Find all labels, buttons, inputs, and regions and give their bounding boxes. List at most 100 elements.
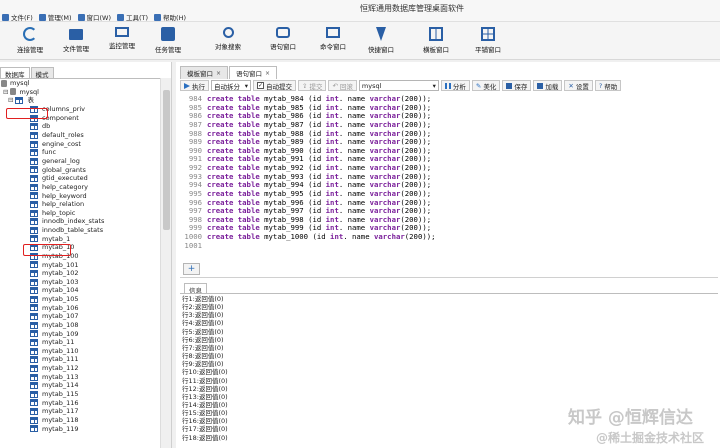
wrench-icon: ✕ — [568, 81, 574, 90]
table-item[interactable]: mytab_103 — [30, 278, 79, 287]
table-item[interactable]: mytab_116 — [30, 399, 79, 408]
table-item[interactable]: db — [30, 122, 50, 131]
table-item[interactable]: mytab_107 — [30, 312, 79, 321]
toolbar-button-7[interactable]: 快捷窗口 — [353, 25, 409, 54]
menu-bar: 文件(F) 管理(M) 窗口(W) 工具(T) 帮助(H) — [2, 12, 186, 22]
table-item[interactable]: help_category — [30, 183, 88, 192]
menu-item-1[interactable]: 管理(M) — [38, 12, 72, 22]
code-text: (id — [303, 171, 326, 181]
table-item[interactable]: mytab_109 — [30, 330, 79, 339]
table-item[interactable]: global_grants — [30, 166, 86, 175]
chat-icon — [276, 27, 290, 38]
highlight-mytab-1 — [23, 244, 71, 256]
table-item[interactable]: help_topic — [30, 209, 75, 218]
add-button[interactable]: + — [183, 263, 200, 275]
info-line: 行15:返回值(0) — [182, 409, 228, 418]
toolbar-button-4[interactable]: 对象搜索 — [200, 25, 256, 51]
table-item[interactable]: engine_cost — [30, 140, 81, 149]
table-item[interactable]: mytab_108 — [30, 321, 79, 330]
menu-item-2[interactable]: 窗口(W) — [77, 12, 111, 22]
info-line: 行4:返回值(0) — [182, 319, 224, 328]
table-item-label: mytab_108 — [42, 320, 79, 329]
toolbar-button-3[interactable]: 任务管理 — [140, 25, 196, 54]
table-item[interactable]: mytab_117 — [30, 407, 79, 416]
table-item[interactable]: mytab_114 — [30, 381, 79, 390]
table-item[interactable]: innodb_table_stats — [30, 226, 103, 235]
table-item-label: mytab_11 — [42, 338, 75, 347]
table-item[interactable]: mytab_104 — [30, 286, 79, 295]
table-item[interactable]: innodb_index_stats — [30, 217, 104, 226]
execute-button[interactable]: 执行 — [180, 80, 209, 91]
chart-icon — [444, 82, 451, 89]
load-button[interactable]: 加载 — [533, 80, 563, 91]
tree-tables-node[interactable]: ⊟ 表 — [8, 96, 34, 105]
save-button[interactable]: 保存 — [502, 80, 532, 91]
info-line: 行6:返回值(0) — [182, 335, 224, 344]
main-toolbar: 连接管理 文件管理 监控管理 任务管理 对象搜索 语句窗口 命令窗口 快捷窗口 横板窗口 平铺窗口 — [0, 22, 720, 60]
menu-item-0[interactable]: 文件(F) — [2, 12, 33, 22]
table-item[interactable]: mytab_112 — [30, 364, 79, 373]
table-icon — [30, 390, 38, 398]
table-icon — [30, 183, 38, 191]
keyword-table: table — [237, 171, 260, 181]
table-item[interactable]: mytab_110 — [30, 347, 79, 356]
code-text: (200)); — [400, 171, 432, 181]
table-item[interactable]: gtid_executed — [30, 174, 88, 183]
menu-label: 文件(F) — [11, 14, 33, 22]
toolbar-button-5[interactable]: 语句窗口 — [255, 25, 311, 51]
auto-commit-toggle[interactable]: ✓ 自动提交 — [253, 80, 296, 91]
splitter[interactable] — [180, 277, 718, 278]
rollback-button[interactable]: ↶ 回滚 — [328, 80, 357, 91]
collapse-icon[interactable]: ⊟ — [8, 96, 13, 105]
sql-editor[interactable]: 984 create table mytab_984 (id int. name … — [180, 94, 718, 264]
table-item[interactable]: mytab_119 — [30, 425, 79, 434]
menu-item-4[interactable]: 帮助(H) — [154, 12, 186, 22]
settings-button[interactable]: ✕ 设置 — [564, 80, 593, 91]
toolbar-button-9[interactable]: 平铺窗口 — [460, 25, 516, 54]
tab-0[interactable]: 模板窗口 × — [180, 66, 229, 79]
table-item[interactable]: default_roles — [30, 131, 84, 140]
table-item[interactable]: mytab_105 — [30, 295, 79, 304]
help-button[interactable]: ? 帮助 — [594, 80, 622, 91]
table-item-label: mytab_107 — [42, 312, 79, 321]
close-icon[interactable]: × — [265, 70, 270, 77]
table-item[interactable]: help_keyword — [30, 192, 87, 201]
tab-1[interactable]: 语句窗口 × — [229, 66, 278, 79]
commit-button[interactable]: ⇪ 提交 — [298, 80, 327, 91]
table-item-label: mytab_117 — [42, 407, 79, 416]
table-item[interactable]: general_log — [30, 157, 80, 166]
left-tab-1[interactable]: 模式 — [30, 67, 54, 79]
scroll-thumb[interactable] — [163, 90, 170, 230]
table-item[interactable]: mytab_1 — [30, 235, 70, 244]
tree-db-mysql[interactable]: ⊟ mysql — [3, 88, 39, 97]
table-item[interactable]: mytab_111 — [30, 355, 79, 364]
table-item[interactable]: mytab_106 — [30, 304, 79, 313]
beautify-button[interactable]: ✎ 美化 — [471, 80, 501, 91]
keyword-varchar: varchar — [369, 145, 401, 155]
auto-split-select[interactable]: 自动拆分 ▾ — [211, 80, 251, 91]
table-item[interactable]: help_relation — [30, 200, 84, 209]
left-tab-0[interactable]: 数据库 — [0, 67, 30, 79]
tree-root[interactable]: mysql — [1, 79, 30, 88]
table-item[interactable]: mytab_101 — [30, 261, 79, 270]
table-icon — [30, 313, 38, 321]
close-icon[interactable]: × — [216, 70, 221, 77]
grid-icon — [481, 27, 495, 41]
toolbar-button-8[interactable]: 横板窗口 — [408, 25, 464, 54]
info-line: 行17:返回值(0) — [182, 425, 228, 434]
menu-item-3[interactable]: 工具(T) — [117, 12, 148, 22]
table-item[interactable]: mytab_118 — [30, 416, 79, 425]
table-item[interactable]: mytab_115 — [30, 390, 79, 399]
keyword-varchar: varchar — [369, 171, 401, 181]
collapse-icon[interactable]: ⊟ — [3, 88, 8, 97]
table-icon — [30, 364, 38, 372]
analyze-button[interactable]: 分析 — [440, 80, 470, 91]
table-item[interactable]: mytab_113 — [30, 373, 79, 382]
table-item[interactable]: func — [30, 148, 56, 157]
table-item[interactable]: mytab_11 — [30, 338, 74, 347]
connection-select[interactable]: mysql ▾ — [358, 80, 439, 91]
tree-scrollbar[interactable] — [160, 78, 171, 448]
table-item[interactable]: mytab_102 — [30, 269, 79, 278]
menu-label: 工具(T) — [126, 14, 149, 22]
database-icon — [1, 79, 7, 87]
